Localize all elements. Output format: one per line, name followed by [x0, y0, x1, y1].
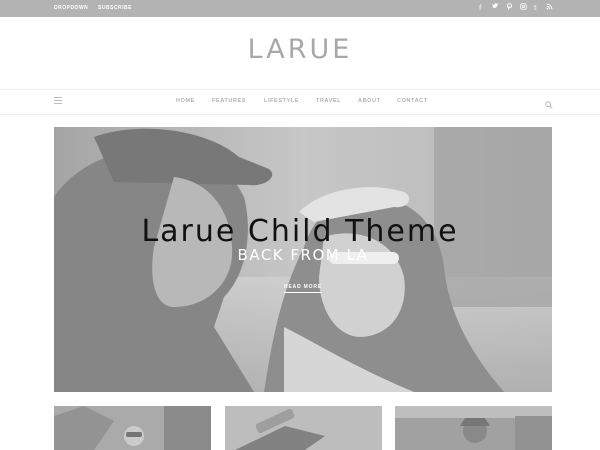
read-more-wrapper: READ MORE	[54, 275, 552, 293]
nav-item-contact[interactable]: CONTACT	[397, 98, 428, 104]
post-thumbnail-3[interactable]	[395, 406, 552, 450]
site-logo[interactable]: LARUE	[0, 34, 600, 65]
tumblr-icon[interactable]: t	[534, 3, 537, 13]
theme-title-overlay: Larue Child Theme	[141, 214, 459, 249]
post-thumbnail-1[interactable]	[54, 406, 211, 450]
twitter-icon[interactable]	[492, 3, 499, 13]
nav-item-lifestyle[interactable]: LIFESTYLE	[264, 98, 299, 104]
topbar-link-subscribe[interactable]: SUBSCRIBE	[98, 5, 132, 11]
topbar-link-dropdown[interactable]: DROPDOWN	[54, 5, 88, 11]
nav-item-features[interactable]: FEATURES	[212, 98, 246, 104]
nav-item-travel[interactable]: TRAVEL	[316, 98, 341, 104]
nav-divider-bottom	[0, 114, 600, 115]
pinterest-icon[interactable]	[506, 3, 513, 13]
search-icon[interactable]	[545, 96, 553, 109]
read-more-link[interactable]: READ MORE	[284, 284, 322, 293]
facebook-icon[interactable]: f	[479, 3, 481, 13]
nav-item-about[interactable]: ABOUT	[358, 98, 381, 104]
rss-icon[interactable]	[546, 3, 553, 13]
instagram-icon[interactable]	[520, 3, 527, 13]
top-bar: DROPDOWN SUBSCRIBE f t	[0, 0, 600, 17]
post-thumbnail-2[interactable]	[225, 406, 382, 450]
hamburger-menu-icon[interactable]	[54, 97, 62, 104]
main-nav: HOME FEATURES LIFESTYLE TRAVEL ABOUT CON…	[0, 90, 600, 114]
nav-item-home[interactable]: HOME	[176, 98, 195, 104]
